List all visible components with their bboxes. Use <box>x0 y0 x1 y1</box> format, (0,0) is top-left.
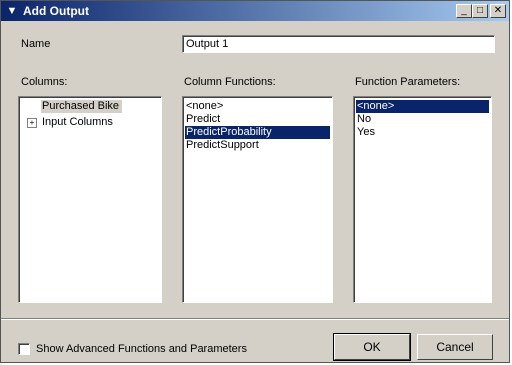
tree-item-input-columns[interactable]: Input Columns <box>41 116 159 129</box>
list-item[interactable]: <none> <box>356 100 489 113</box>
list-item[interactable]: Yes <box>356 126 489 139</box>
expand-icon[interactable]: + <box>27 118 37 128</box>
advanced-checkbox[interactable] <box>18 343 30 355</box>
tree-item-purchased-bike[interactable]: Purchased Bike <box>41 100 122 113</box>
minimize-button[interactable]: _ <box>456 4 472 18</box>
columns-tree[interactable]: Purchased Bike + Input Columns <box>18 96 162 303</box>
list-item[interactable]: Predict <box>185 113 330 126</box>
list-item[interactable]: No <box>356 113 489 126</box>
list-item[interactable]: PredictSupport <box>185 139 330 152</box>
window-title: Add Output <box>23 4 89 18</box>
columns-label: Columns: <box>21 76 68 88</box>
ok-button[interactable]: OK <box>333 333 411 361</box>
title-bar[interactable]: ▼ Add Output _ □ ✕ <box>1 1 509 21</box>
function-parameters-label: Function Parameters: <box>355 76 461 88</box>
separator <box>1 318 509 320</box>
advanced-checkbox-label[interactable]: Show Advanced Functions and Parameters <box>36 343 247 356</box>
close-button[interactable]: ✕ <box>490 4 506 18</box>
function-parameters-list[interactable]: <none> No Yes <box>353 96 492 303</box>
column-functions-label: Column Functions: <box>184 76 276 88</box>
add-output-dialog: ▼ Add Output _ □ ✕ Name Output 1 Columns… <box>0 0 510 363</box>
name-field[interactable]: Output 1 <box>182 35 495 53</box>
list-item[interactable]: <none> <box>185 100 330 113</box>
cancel-button[interactable]: Cancel <box>417 334 493 360</box>
column-functions-list[interactable]: <none> Predict PredictProbability Predic… <box>182 96 333 303</box>
name-label: Name <box>21 38 51 50</box>
list-item[interactable]: PredictProbability <box>185 126 330 139</box>
mining-model-icon: ▼ <box>6 5 18 17</box>
maximize-button[interactable]: □ <box>472 4 488 18</box>
